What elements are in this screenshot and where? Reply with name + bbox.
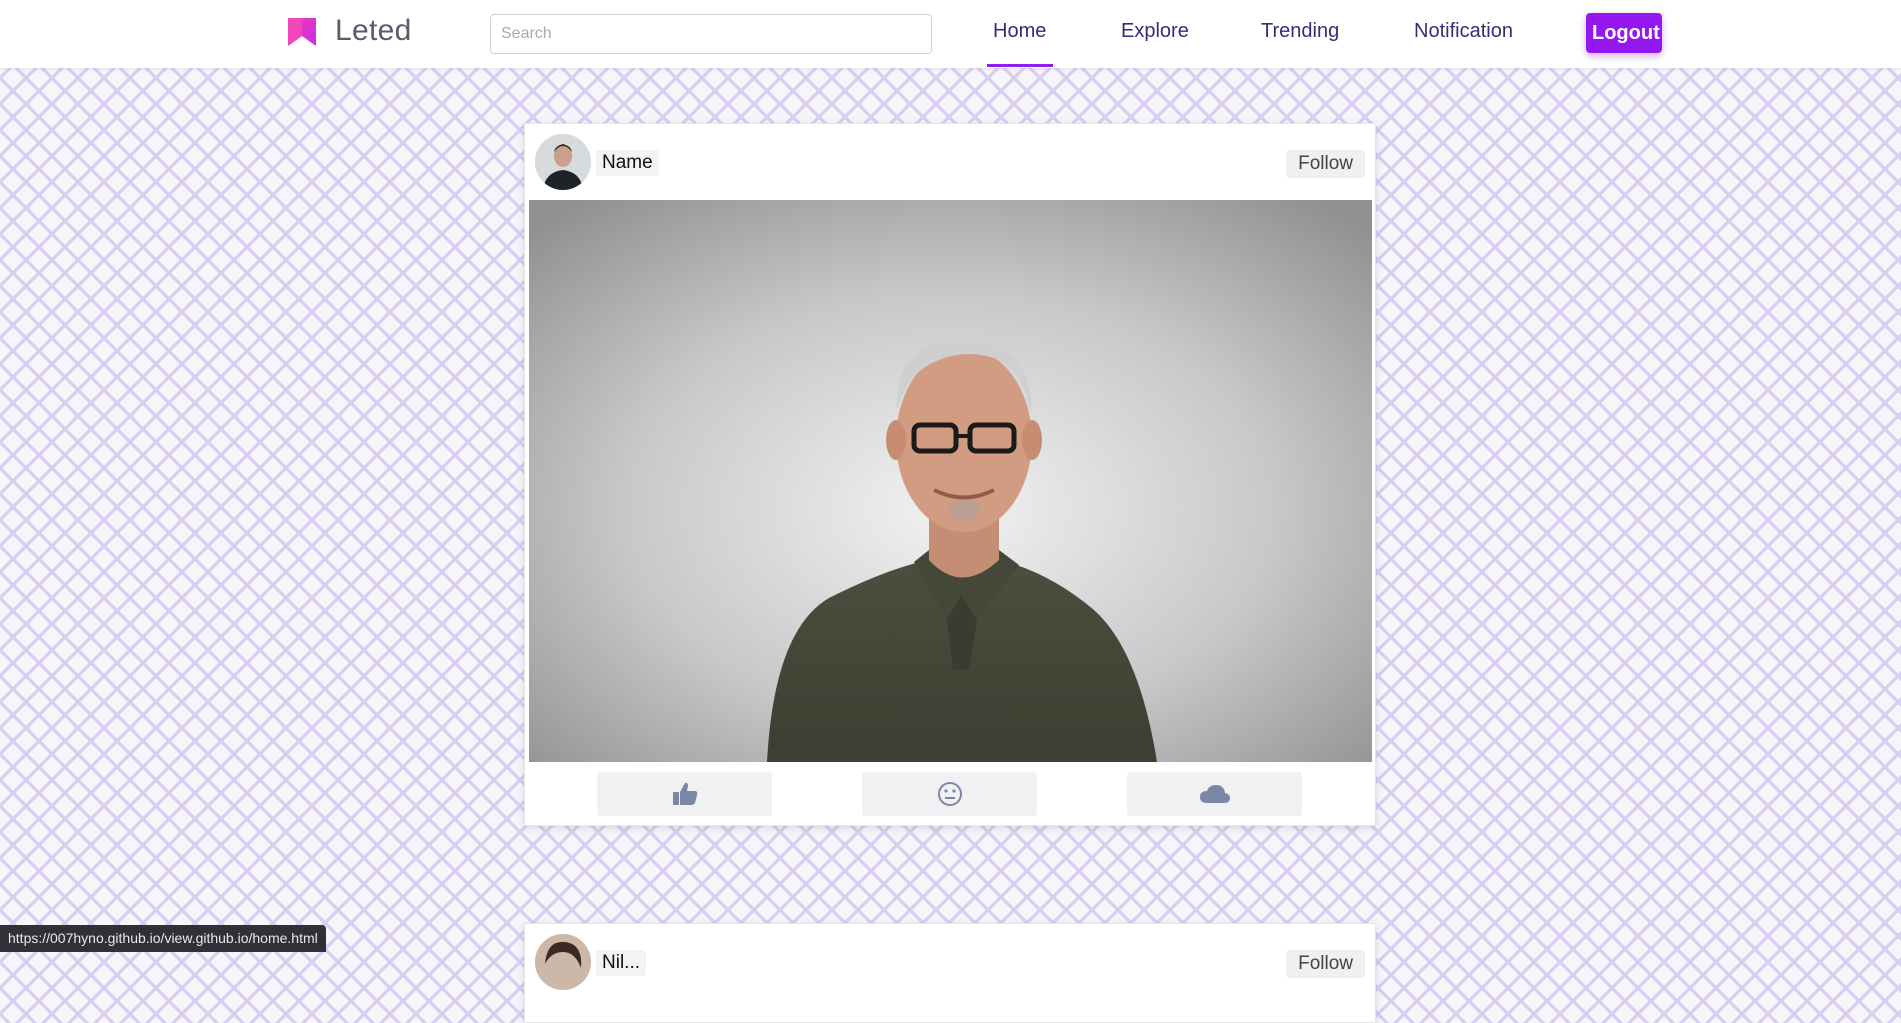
- nav-explore[interactable]: Explore: [1121, 20, 1189, 43]
- link-status-bar: https://007hyno.github.io/view.github.io…: [0, 925, 326, 952]
- thumbs-up-icon: [672, 782, 697, 805]
- brand-name: Leted: [335, 14, 412, 47]
- reaction-button[interactable]: [862, 772, 1037, 816]
- nav-notification[interactable]: Notification: [1414, 20, 1513, 43]
- post-author-name[interactable]: Name: [596, 150, 659, 176]
- portrait-photo-icon: [529, 200, 1372, 762]
- post-card: Nil... Follow: [524, 923, 1376, 1023]
- post-author-name[interactable]: Nil...: [596, 950, 646, 976]
- logout-button[interactable]: Logout: [1586, 13, 1662, 53]
- follow-button[interactable]: Follow: [1286, 150, 1365, 178]
- avatar-portrait-icon: [535, 934, 591, 990]
- avatar[interactable]: [535, 934, 591, 990]
- emoji-icon: [937, 782, 962, 806]
- search-input[interactable]: [490, 14, 932, 54]
- nav-trending[interactable]: Trending: [1261, 20, 1339, 43]
- active-nav-indicator: [987, 64, 1053, 67]
- top-navbar: Leted Home Explore Trending Notification…: [0, 0, 1901, 68]
- post-image[interactable]: [529, 200, 1372, 762]
- brand-link[interactable]: Leted: [286, 14, 412, 48]
- post-card: Name Follow: [524, 123, 1376, 826]
- cloud-icon: [1199, 785, 1230, 803]
- post-actions: [525, 772, 1375, 818]
- nav-home[interactable]: Home: [993, 20, 1046, 43]
- share-button[interactable]: [1127, 772, 1302, 816]
- avatar-portrait-icon: [535, 134, 591, 190]
- follow-button[interactable]: Follow: [1286, 950, 1365, 978]
- bookmark-logo-icon: [288, 18, 316, 46]
- avatar[interactable]: [535, 134, 591, 190]
- like-button[interactable]: [597, 772, 772, 816]
